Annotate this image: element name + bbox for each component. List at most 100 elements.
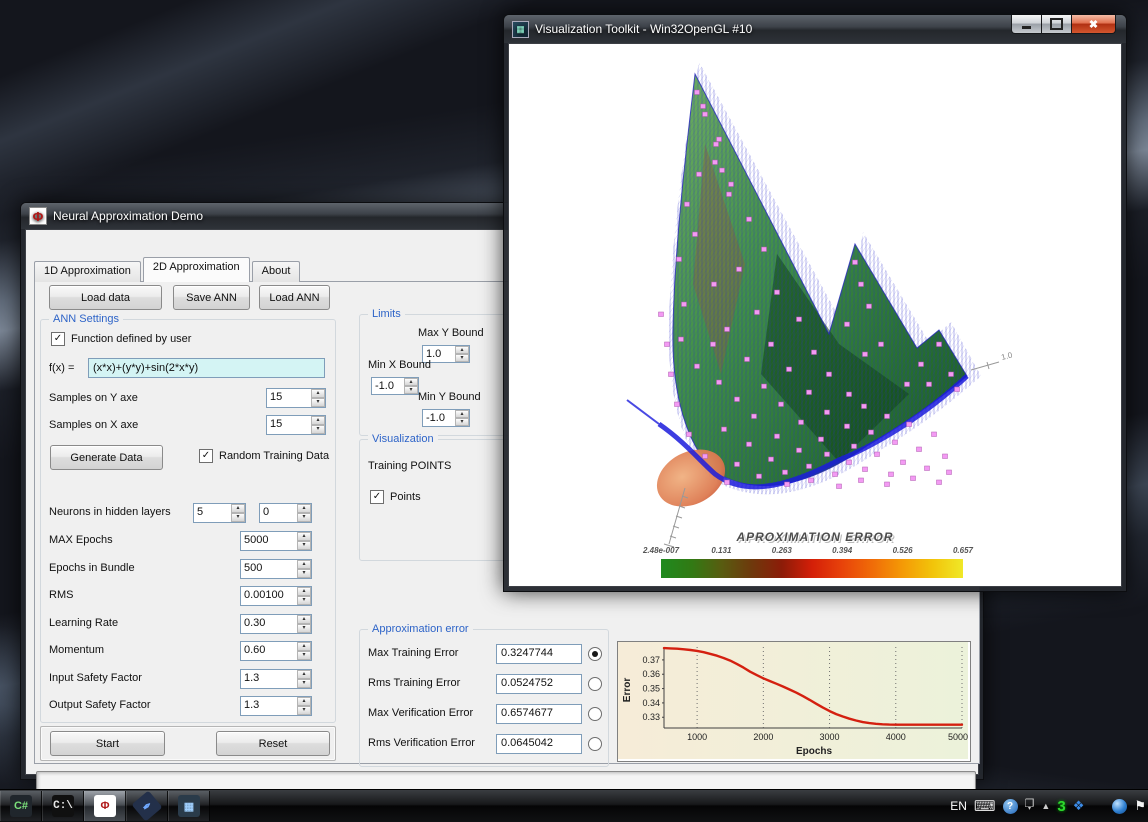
neurons-hidden-layers-spinner-2-updown: ▴▾: [297, 504, 311, 522]
tabstrip: 1D Approximation 2D Approximation About: [34, 260, 302, 282]
fx-input[interactable]: [88, 358, 325, 378]
tab-about[interactable]: About: [252, 261, 301, 282]
keyboard-icon[interactable]: ⌨: [974, 797, 996, 815]
samples-y-spinner-down-button[interactable]: ▾: [311, 398, 325, 408]
min-x-bound-label: Min X Bound: [368, 359, 431, 371]
rms-training-error-label: Rms Training Error: [368, 677, 460, 689]
quicklaunch-feather-app[interactable]: ✒: [126, 791, 168, 821]
vtk-maximize-button[interactable]: [1041, 15, 1072, 34]
rms-spinner-value: 0.00100: [241, 587, 297, 605]
samples-y-spinner-value: 15: [267, 389, 311, 407]
samples-x-spinner-down-button[interactable]: ▾: [311, 425, 325, 435]
quicklaunch-neural-approx-demo[interactable]: Φ: [84, 791, 126, 821]
svg-text:3000: 3000: [820, 732, 840, 742]
momentum-spinner-down-button[interactable]: ▾: [297, 651, 311, 661]
colorbar-tick-label: 0.263: [772, 546, 792, 555]
epochs-in-bundle-label: Epochs in Bundle: [49, 562, 135, 574]
max-verification-error-field: 0.6574677: [496, 704, 582, 724]
vtk-title: Visualization Toolkit - Win32OpenGL #10: [535, 22, 752, 36]
surface-wireframe: [673, 74, 967, 486]
max-epochs-spinner[interactable]: 5000▴▾: [240, 531, 312, 551]
min-y-bound-spinner-down-button[interactable]: ▾: [455, 418, 469, 427]
vtk-client-area[interactable]: 1.0 APROXIMATION ERROR 2.48e-0070.1310.2…: [508, 43, 1122, 587]
epochs-in-bundle-spinner[interactable]: 500▴▾: [240, 559, 312, 579]
function-defined-checkbox[interactable]: ✓ Function defined by user: [51, 332, 191, 346]
neurons-hidden-layers-spinner-1[interactable]: 5▴▾: [193, 503, 246, 523]
min-x-bound-spinner-down-button[interactable]: ▾: [404, 386, 418, 395]
action-center-flag-icon[interactable]: ⚑: [1134, 798, 1146, 814]
max-y-bound-spinner-updown: ▴▾: [455, 346, 469, 362]
input-safety-factor-spinner[interactable]: 1.3▴▾: [240, 669, 312, 689]
media-tray-icon[interactable]: [1112, 799, 1127, 814]
output-safety-factor-label: Output Safety Factor: [49, 699, 151, 711]
max-epochs-label: MAX Epochs: [49, 534, 113, 546]
min-y-bound-spinner[interactable]: -1.0▴▾: [422, 409, 470, 427]
rms-spinner-down-button[interactable]: ▾: [297, 596, 311, 606]
quicklaunch-command-prompt[interactable]: C:\: [42, 791, 84, 821]
checkbox-icon: ✓: [370, 490, 384, 504]
random-training-data-checkbox[interactable]: ✓ Random Training Data: [199, 449, 329, 463]
momentum-spinner[interactable]: 0.60▴▾: [240, 641, 312, 661]
app-icon: Φ: [29, 207, 47, 225]
load-ann-button[interactable]: Load ANN: [259, 285, 330, 310]
epochs-in-bundle-spinner-down-button[interactable]: ▾: [297, 569, 311, 579]
output-safety-factor-spinner[interactable]: 1.3▴▾: [240, 696, 312, 716]
load-data-button[interactable]: Load data: [49, 285, 162, 310]
neural-approx-demo-icon: Φ: [94, 795, 116, 817]
vtk-close-button[interactable]: ✖: [1071, 15, 1116, 34]
vtk-minimize-button[interactable]: [1011, 15, 1042, 34]
language-indicator[interactable]: EN: [950, 799, 967, 813]
samples-y-label: Samples on Y axe: [49, 392, 138, 404]
approximation-error-group: Approximation error Max Training Error0.…: [359, 629, 609, 767]
max-y-bound-spinner-down-button[interactable]: ▾: [455, 354, 469, 363]
samples-x-spinner[interactable]: 15▴▾: [266, 415, 326, 435]
neurons-hidden-layers-spinner-1-down-button[interactable]: ▾: [231, 513, 245, 523]
colorbar-tick-label: 0.394: [832, 546, 852, 555]
show-hidden-icons[interactable]: ▲: [1041, 801, 1050, 811]
colorbar-tick-label: 0.526: [893, 546, 913, 555]
rms-training-error-radio[interactable]: [588, 677, 602, 691]
learning-rate-spinner[interactable]: 0.30▴▾: [240, 614, 312, 634]
surface-plot: 1.0: [509, 44, 1115, 582]
quicklaunch-image-viewer[interactable]: ▦: [168, 791, 210, 821]
svg-text:0.36: 0.36: [642, 669, 660, 679]
save-ann-button[interactable]: Save ANN: [173, 285, 250, 310]
output-safety-factor-spinner-down-button[interactable]: ▾: [297, 706, 311, 716]
svg-text:4000: 4000: [886, 732, 906, 742]
neurons-hidden-layers-spinner-2[interactable]: 0▴▾: [259, 503, 312, 523]
generate-data-button[interactable]: Generate Data: [50, 445, 163, 470]
samples-y-spinner[interactable]: 15▴▾: [266, 388, 326, 408]
modem-tray-icon[interactable]: 3: [1057, 798, 1065, 815]
max-epochs-spinner-down-button[interactable]: ▾: [297, 541, 311, 551]
max-training-error-radio[interactable]: [588, 647, 602, 661]
visual-csharp-icon: C#: [10, 795, 32, 817]
epochs-in-bundle-spinner-updown: ▴▾: [297, 560, 311, 578]
ann-settings-group-label: ANN Settings: [49, 313, 123, 325]
dropbox-tray-icon[interactable]: ❖: [1073, 798, 1085, 814]
max-verification-error-radio[interactable]: [588, 707, 602, 721]
svg-text:0.35: 0.35: [642, 684, 660, 694]
help-icon[interactable]: ?: [1003, 799, 1018, 814]
momentum-spinner-value: 0.60: [241, 642, 297, 660]
tab-2d-approximation[interactable]: 2D Approximation: [143, 257, 250, 282]
checkbox-icon: ✓: [51, 332, 65, 346]
quicklaunch-visual-csharp[interactable]: C#: [0, 791, 42, 821]
epochs-in-bundle-spinner-value: 500: [241, 560, 297, 578]
approximation-error-group-label: Approximation error: [368, 623, 473, 635]
min-x-bound-spinner[interactable]: -1.0▴▾: [371, 377, 419, 395]
tab-1d-approximation[interactable]: 1D Approximation: [34, 261, 141, 282]
rms-verification-error-radio[interactable]: [588, 737, 602, 751]
reset-button[interactable]: Reset: [216, 731, 330, 756]
training-points-label: Training POINTS: [368, 460, 451, 472]
colorbar-gradient: [661, 559, 963, 578]
svg-text:0.33: 0.33: [642, 712, 660, 722]
start-button[interactable]: Start: [50, 731, 165, 756]
samples-y-spinner-updown: ▴▾: [311, 389, 325, 407]
window-switcher-icon[interactable]: ❐▾: [1025, 801, 1035, 812]
input-safety-factor-spinner-down-button[interactable]: ▾: [297, 679, 311, 689]
antivirus-tray-icon[interactable]: [1091, 799, 1105, 813]
rms-spinner[interactable]: 0.00100▴▾: [240, 586, 312, 606]
points-checkbox[interactable]: ✓ Points: [370, 490, 421, 504]
neurons-hidden-layers-spinner-2-down-button[interactable]: ▾: [297, 513, 311, 523]
learning-rate-spinner-down-button[interactable]: ▾: [297, 624, 311, 634]
